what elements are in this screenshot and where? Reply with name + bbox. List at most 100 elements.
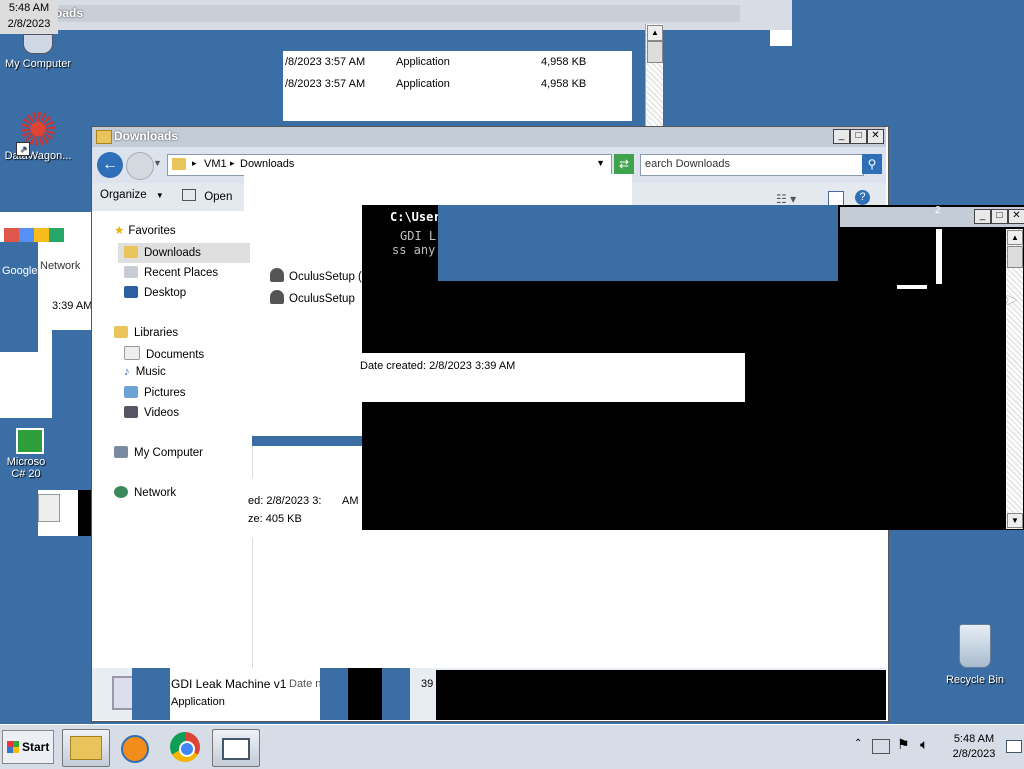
tray-volume-icon[interactable]: 🔈︎ — [920, 736, 928, 753]
console-title-tail: 2 — [935, 205, 941, 216]
file-item-oculus-2[interactable]: OculusSetup — [270, 290, 355, 305]
videos-icon — [124, 406, 138, 418]
nav-pictures[interactable]: Pictures — [124, 386, 186, 399]
taskbar-explorer-button[interactable] — [62, 729, 110, 767]
search-placeholder: earch Downloads — [645, 158, 730, 170]
oculus-icon — [270, 290, 284, 304]
nav-libraries[interactable]: Libraries — [114, 326, 178, 339]
folder-icon — [70, 736, 102, 760]
google-icon[interactable] — [4, 228, 64, 242]
back-scroll-up[interactable]: ▲ — [647, 25, 663, 41]
tray-expand-icon[interactable]: ⌃ — [854, 738, 862, 749]
view-options-icon[interactable]: ☷ ▾ — [776, 192, 796, 206]
start-label: Start — [22, 740, 50, 754]
glitch-status-blue-2 — [320, 668, 348, 720]
nav-desktop[interactable]: Desktop — [124, 286, 186, 299]
nav-pane — [92, 213, 253, 668]
folder-icon — [96, 130, 112, 144]
desktop-icon-label: DataWagon... — [4, 150, 72, 162]
preview-pane-icon[interactable] — [828, 191, 844, 206]
back-window-title-strip — [40, 5, 740, 22]
breadcrumb-vm1[interactable]: VM1 — [204, 158, 227, 170]
console-minimize-button[interactable]: _ — [974, 209, 991, 224]
back-arrow-icon[interactable]: ← — [97, 152, 123, 178]
window-icon — [222, 738, 250, 760]
search-icon[interactable]: ⚲ — [862, 154, 882, 174]
tray-clock[interactable]: 5:48 AM 2/8/2023 — [946, 732, 1002, 762]
star-icon: ★ — [114, 225, 125, 237]
nav-documents[interactable]: Documents — [124, 346, 204, 361]
document-icon — [38, 494, 60, 522]
nav-my-computer[interactable]: My Computer — [114, 446, 203, 459]
taskbar-media-button[interactable] — [112, 729, 158, 765]
organize-button[interactable]: Organize ▼ — [100, 189, 164, 207]
chevron-down-icon[interactable]: ▼ — [153, 158, 162, 168]
scroll-thumb[interactable] — [1007, 246, 1023, 268]
glitch-status-blue-1 — [132, 668, 172, 720]
scroll-up-icon[interactable]: ▲ — [1007, 230, 1023, 245]
back-row-1-date: /8/2023 3:57 AM — [285, 56, 366, 68]
breadcrumb-downloads[interactable]: Downloads — [240, 158, 294, 170]
open-label: Open — [204, 191, 233, 203]
chrome-icon — [170, 732, 200, 762]
taskbar-app-button[interactable] — [212, 729, 260, 767]
back-scroll-thumb[interactable] — [647, 41, 663, 63]
search-input[interactable]: earch Downloads — [640, 154, 864, 176]
desktop-icon-label: Microso C# 20 — [6, 456, 46, 480]
desktop-icon-google[interactable]: Google — [2, 265, 37, 277]
explorer-titlebar[interactable]: Downloads _ □ ✕ — [92, 127, 886, 147]
nav-downloads[interactable]: Downloads — [118, 243, 250, 263]
console-titlebar[interactable]: 2 _ □ ✕ — [840, 205, 1024, 227]
desktop-icon-recycle-bin[interactable]: Recycle Bin — [940, 624, 1010, 686]
back-row-1[interactable]: /8/2023 3:57 AM Application 4,958 KB — [285, 56, 625, 72]
taskbar-chrome-button[interactable] — [162, 729, 208, 765]
nav-network[interactable]: Network — [114, 486, 176, 499]
nav-videos[interactable]: Videos — [124, 406, 179, 419]
close-button[interactable]: ✕ — [867, 129, 884, 144]
back-row-2[interactable]: /8/2023 3:57 AM Application 4,958 KB — [285, 78, 625, 94]
help-icon[interactable]: ? — [855, 190, 870, 205]
nav-downloads-label: Downloads — [144, 247, 201, 259]
tray-flag-icon[interactable]: ⚑ — [897, 736, 910, 753]
file-name: OculusSetup — [289, 293, 355, 305]
minimize-button[interactable]: _ — [833, 129, 850, 144]
maximize-button[interactable]: □ — [850, 129, 867, 144]
chrome-icon-center — [179, 741, 195, 757]
console-close-button[interactable]: ✕ — [1008, 209, 1024, 224]
console-line-1: GDI L — [400, 229, 437, 243]
computer-icon — [114, 446, 128, 458]
desktop-icon-my-computer[interactable]: My Computer — [0, 34, 76, 70]
detail-modified: ed: 2/8/2023 3: — [248, 495, 322, 507]
nav-recent-places[interactable]: Recent Places — [124, 266, 218, 279]
address-dropdown-icon[interactable]: ▼ — [596, 158, 605, 168]
open-button[interactable]: Open — [182, 189, 232, 207]
desktop-icon-network[interactable]: Network — [40, 260, 80, 272]
forward-arrow-icon[interactable] — [126, 152, 154, 180]
nav-music[interactable]: ♪ Music — [124, 366, 166, 378]
back-window-edge — [770, 30, 792, 46]
windows-logo-icon — [7, 741, 19, 753]
address-bar[interactable]: ▸ VM1 ▸ Downloads ▼ — [167, 154, 612, 176]
explorer-title: Downloads — [114, 129, 179, 143]
nav-documents-label: Documents — [146, 349, 205, 361]
tray-network-icon[interactable] — [872, 739, 890, 754]
network-icon — [114, 486, 128, 498]
file-list — [252, 214, 362, 434]
nav-favorites[interactable]: ★ Favorites — [114, 223, 176, 237]
console-scrollbar[interactable]: ▲ ▼ — [1006, 229, 1023, 529]
corner-clock: 5:48 AM 2/8/2023 — [0, 0, 58, 34]
desktop-icon-csharp[interactable]: Microso C# 20 — [0, 428, 52, 480]
scroll-down-icon[interactable]: ▼ — [1007, 513, 1023, 528]
computer-icon — [23, 34, 53, 54]
file-name: OculusSetup (1 — [289, 271, 369, 283]
file-item-oculus-1[interactable]: OculusSetup (1 — [270, 268, 368, 283]
refresh-icon[interactable]: ⇄ — [614, 154, 634, 174]
show-desktop-icon[interactable] — [1006, 740, 1022, 753]
glitch-blue-1 — [0, 242, 38, 352]
start-button[interactable]: Start — [2, 730, 54, 764]
address-folder-icon — [172, 158, 186, 170]
nav-network-label: Network — [134, 487, 177, 499]
desktop-icon — [124, 286, 138, 298]
console-maximize-button[interactable]: □ — [991, 209, 1008, 224]
desktop-icon-datawagon[interactable]: ↗ DataWagon... — [0, 112, 76, 162]
